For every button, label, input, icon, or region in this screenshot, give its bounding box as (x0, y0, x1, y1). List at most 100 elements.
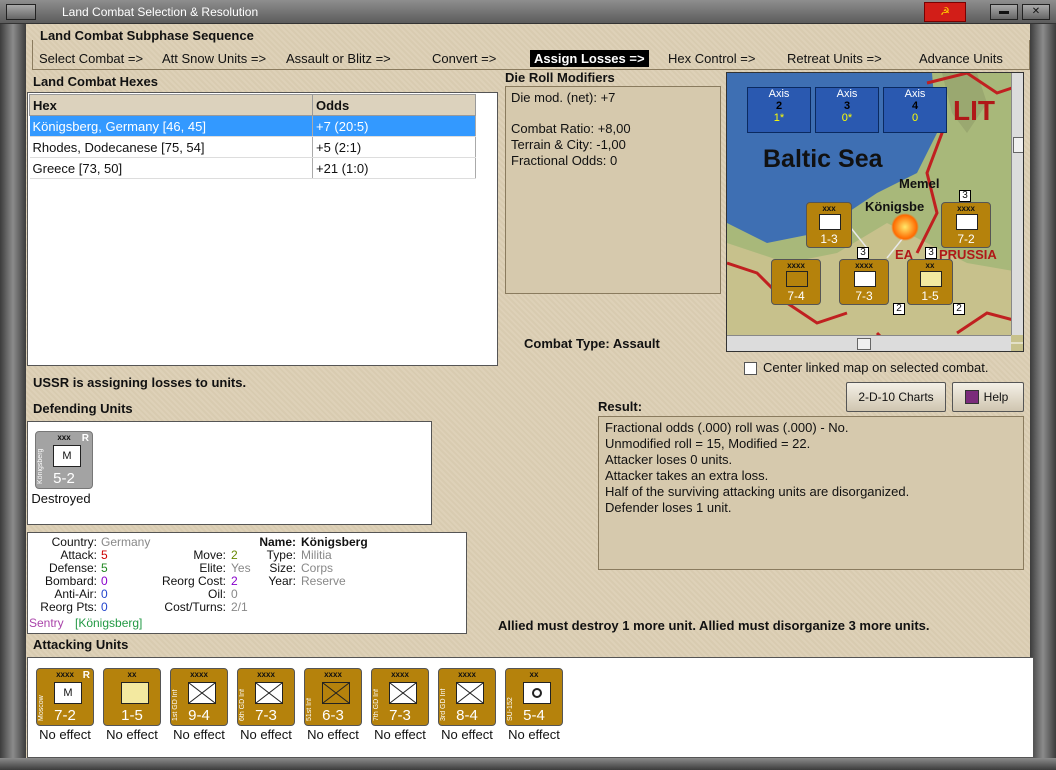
map-h-scroll-thumb[interactable] (857, 338, 871, 350)
unit-reserve-flag: R (81, 433, 89, 444)
country-value: Germany (101, 535, 151, 549)
seq-step-retreat-units[interactable]: Retreat Units => (787, 51, 882, 66)
ussr-flag-icon: ☭ (924, 2, 966, 22)
odds-cell: +5 (2:1) (312, 136, 476, 158)
map-unit-counter[interactable]: xxx 1-3 (806, 202, 852, 248)
attacking-unit-counter[interactable]: xx SU-152 5-4 (505, 668, 563, 726)
unit-strength: 6-3 (322, 707, 344, 724)
attacking-unit-counter[interactable]: xxxx 7th GD Inf 7-3 (371, 668, 429, 726)
stack-count: 2 (953, 303, 965, 315)
map-unit-counter[interactable]: xxxx 7-3 (839, 259, 889, 305)
charts-button[interactable]: 2-D-10 Charts (846, 382, 946, 412)
map-v-scroll-thumb[interactable] (1013, 137, 1023, 153)
linked-map[interactable]: Axis 2 1* Axis 3 0* Axis 4 0 LIT Baltic Sea Me… (726, 72, 1024, 352)
stack-count: 3 (925, 247, 937, 259)
table-row[interactable]: Rhodes, Dodecanese [75, 54] +5 (2:1) (29, 136, 476, 158)
name-label: Name: (259, 535, 296, 549)
combat-type: Combat Type: Assault (524, 336, 660, 351)
map-label-sea: Baltic Sea (763, 145, 883, 173)
odds-cell: +21 (1:0) (312, 157, 476, 179)
allied-message: Allied must destroy 1 more unit. Allied … (498, 618, 930, 633)
map-v-scrollbar[interactable] (1011, 73, 1023, 335)
status-message: USSR is assigning losses to units. (33, 375, 247, 390)
attacking-unit-counter[interactable]: xxxx 3rd GD Inf 8-4 (438, 668, 496, 726)
map-unit-counter[interactable]: xx 1-5 (907, 259, 953, 305)
title-bar[interactable]: Land Combat Selection & Resolution ☭ ▬ ✕ (0, 0, 1056, 24)
seq-step-att-snow[interactable]: Att Snow Units => (162, 51, 266, 66)
seq-step-select-combat[interactable]: Select Combat => (39, 51, 143, 66)
die-roll-title: Die Roll Modifiers (505, 70, 615, 85)
sentry-location: [Königsberg] (75, 616, 143, 630)
help-button[interactable]: Help (952, 382, 1024, 412)
type-value: Militia (301, 548, 332, 562)
attacking-unit-status: No effect (441, 727, 493, 742)
help-book-icon (965, 390, 979, 404)
infantry-symbol-icon (322, 682, 350, 704)
map-h-scrollbar[interactable] (727, 335, 1011, 351)
unit-symbol-letter: M (63, 687, 73, 699)
table-row[interactable]: Greece [73, 50] +21 (1:0) (29, 157, 476, 179)
hexes-table: Hex Odds Königsberg, Germany [46, 45] +7 … (29, 94, 476, 179)
map-unit-counter[interactable]: xxxx 7-2 (941, 202, 991, 248)
infantry-symbol-icon (456, 682, 484, 704)
hex-cell: Königsberg, Germany [46, 45] (29, 115, 313, 137)
attacking-unit-counter[interactable]: xxxx 51st Inf 6-3 (304, 668, 362, 726)
subphase-sequence-title: Land Combat Subphase Sequence (40, 28, 254, 43)
costturns-value: 2/1 (231, 600, 248, 614)
country-label: Country: (51, 535, 97, 549)
attacking-unit-counter[interactable]: xxxx 6th GD Inf 7-3 (237, 668, 295, 726)
seq-step-assign-losses[interactable]: Assign Losses => (530, 50, 649, 67)
unit-strength: 7-3 (389, 707, 411, 724)
attacking-unit-counter[interactable]: xxxx R Moscow M 7-2 (36, 668, 94, 726)
table-row[interactable]: Königsberg, Germany [46, 45] +7 (20:5) (29, 115, 476, 137)
seq-step-assault-blitz[interactable]: Assault or Blitz => (286, 51, 391, 66)
cavalry-symbol-icon (121, 682, 149, 704)
oil-value: 0 (231, 587, 238, 601)
window-title: Land Combat Selection & Resolution (62, 5, 259, 19)
col-header-hex[interactable]: Hex (29, 94, 313, 116)
infantry-cross-icon (456, 682, 484, 704)
combat-hexes-list[interactable]: Hex Odds Königsberg, Germany [46, 45] +7 … (27, 92, 498, 366)
axis-box: Axis 3 0* (815, 87, 879, 133)
defending-unit-counter[interactable]: xxx R Königsberg M 5-2 (35, 431, 93, 489)
axis-box-sub: 0* (841, 112, 853, 124)
land-combat-hexes-title: Land Combat Hexes (33, 74, 158, 89)
fractional-odds: Fractional Odds: 0 (511, 153, 618, 168)
unit-symbol-letter: M (62, 450, 72, 462)
system-menu-button[interactable] (6, 4, 36, 20)
militia-symbol-icon: M (54, 682, 82, 704)
seq-step-hex-control[interactable]: Hex Control => (668, 51, 755, 66)
seq-step-convert[interactable]: Convert => (432, 51, 496, 66)
infantry-cross-icon (255, 682, 283, 704)
close-button[interactable]: ✕ (1022, 4, 1050, 20)
attacking-unit-counter[interactable]: xxxx 1st GD Inf 9-4 (170, 668, 228, 726)
axis-box: Axis 4 0 (883, 87, 947, 133)
move-label: Move: (193, 548, 226, 562)
unit-size: xxxx (458, 670, 476, 679)
center-map-checkbox[interactable] (744, 362, 757, 375)
artillery-symbol-icon (523, 682, 551, 704)
minimize-button[interactable]: ▬ (990, 4, 1018, 20)
odds-cell: +7 (20:5) (312, 115, 476, 137)
antiair-value: 0 (101, 587, 108, 601)
unit-strength: 5-2 (53, 470, 75, 487)
axis-box-num: 3 (843, 100, 851, 112)
unit-strength: 8-4 (456, 707, 478, 724)
result-line: Fractional odds (.000) roll was (.000) -… (605, 420, 849, 435)
left-frame-border (0, 24, 26, 758)
attacking-unit-counter[interactable]: xx 1-5 (103, 668, 161, 726)
col-header-odds[interactable]: Odds (312, 94, 476, 116)
combat-explosion-icon (891, 213, 919, 241)
help-button-label: Help (983, 390, 1009, 404)
infantry-cross-icon (322, 682, 350, 704)
attack-label: Attack: (60, 548, 97, 562)
unit-size: xx (127, 670, 137, 679)
defense-value: 5 (101, 561, 108, 575)
attacking-unit-status: No effect (307, 727, 359, 742)
axis-box-label: Axis (904, 88, 926, 100)
axis-box-sub: 1* (773, 112, 785, 124)
defending-units-title: Defending Units (33, 401, 133, 416)
combat-type-value: Assault (612, 336, 660, 351)
map-unit-counter[interactable]: xxxx 7-4 (771, 259, 821, 305)
seq-step-advance-units[interactable]: Advance Units (919, 51, 1003, 66)
